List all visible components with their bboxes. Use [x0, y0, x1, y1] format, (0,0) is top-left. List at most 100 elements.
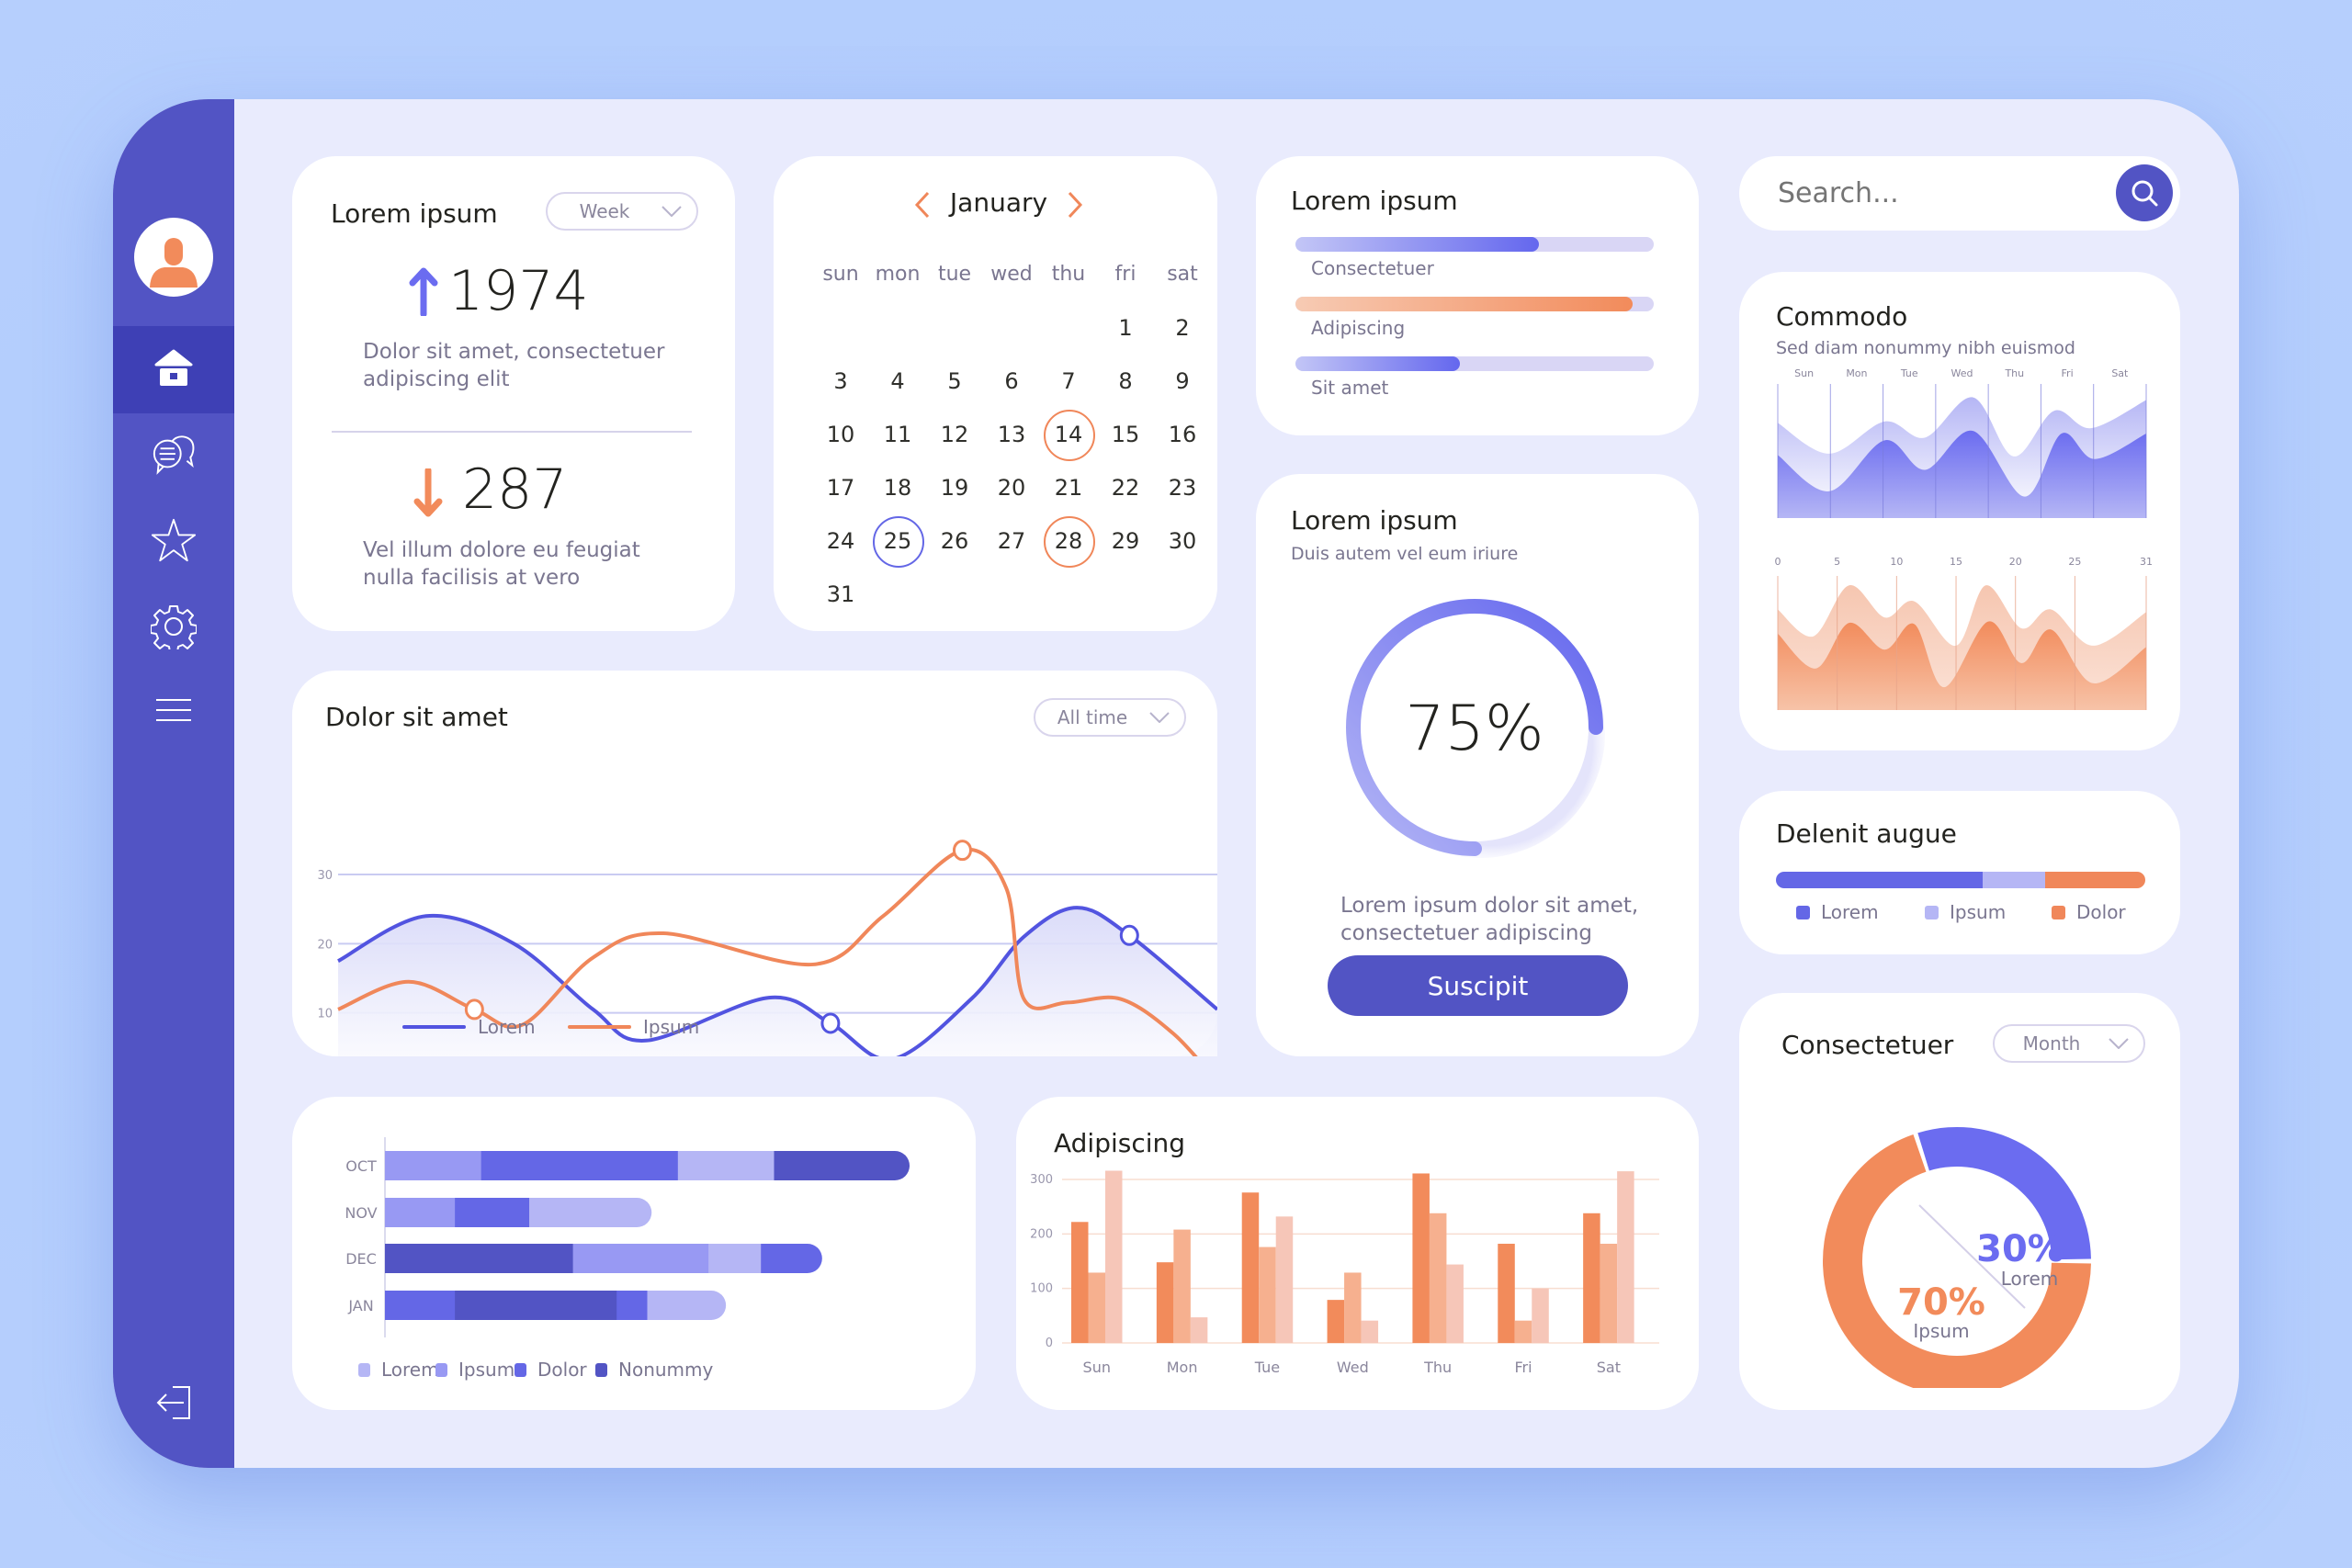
calendar-day-1[interactable]: 1 [1097, 301, 1154, 355]
calendar-day-12[interactable]: 12 [926, 408, 983, 461]
calendar-card: January sun mon tue wed thu fri sat 1234567891… [774, 156, 1217, 631]
star-icon [151, 518, 197, 562]
legend-swatch-dolor [514, 1363, 526, 1377]
calendar-day-25[interactable]: 25 [869, 514, 926, 568]
category-label: OCT [345, 1157, 377, 1175]
legend-label-ipsum: Ipsum [643, 1016, 699, 1038]
calendar-week: 31 [812, 568, 1216, 621]
sidebar-item-menu[interactable] [151, 687, 197, 733]
calendar-day-22[interactable]: 22 [1097, 461, 1154, 514]
sidebar-item-messages[interactable] [151, 432, 197, 478]
bar-mon-a [1156, 1262, 1174, 1343]
data-point-marker[interactable] [1119, 924, 1139, 946]
day-label: Mon [1846, 367, 1867, 379]
prev-month-button[interactable] [913, 191, 932, 219]
bar-segment-dolor [455, 1198, 530, 1227]
stats-card: Lorem ipsum Week 1974 Dolor sit amet, co… [292, 156, 735, 631]
calendar-day-28[interactable]: 28 [1040, 514, 1097, 568]
calendar-day-15[interactable]: 15 [1097, 408, 1154, 461]
week-dropdown[interactable]: Week [546, 192, 698, 231]
search-input[interactable] [1778, 171, 2090, 215]
day-label: Tue [1900, 367, 1918, 379]
calendar-day-4[interactable]: 4 [869, 355, 926, 408]
bar-segment-nonummy [455, 1291, 617, 1320]
progress-fill [1295, 237, 1540, 252]
day-label: Sat [2111, 367, 2129, 379]
day-label: Thu [2004, 367, 2024, 379]
vbar-chart: 0 100 200 300 Sun Mon Tue Wed Thu Fri Sat [1030, 1170, 1659, 1376]
stat-up-description: Dolor sit amet, consectetuer adipiscing … [363, 340, 665, 391]
calendar-day-20[interactable]: 20 [983, 461, 1040, 514]
sidebar-item-favorites[interactable] [151, 517, 197, 563]
sidebar-item-settings[interactable] [151, 604, 197, 649]
y-tick-label: 10 [317, 1008, 333, 1021]
bar-sun-c [1105, 1170, 1123, 1343]
suscipit-button[interactable]: Suscipit [1328, 955, 1628, 1016]
dashboard-frame: Lorem ipsum Week 1974 Dolor sit amet, co… [113, 99, 2239, 1468]
calendar-day-5[interactable]: 5 [926, 355, 983, 408]
month-dropdown[interactable]: Month [1993, 1024, 2145, 1063]
line-chart: 0102030LoremIpsum [317, 840, 1217, 1056]
donut-card: Consectetuer Month 30% Lorem 70% Ipsum [1739, 993, 2180, 1410]
calendar-day-26[interactable]: 26 [926, 514, 983, 568]
calendar-day-17[interactable]: 17 [812, 461, 869, 514]
calendar-day-29[interactable]: 29 [1097, 514, 1154, 568]
calendar-day-11[interactable]: 11 [869, 408, 926, 461]
calendar-day-27[interactable]: 27 [983, 514, 1040, 568]
legend-label: Dolor [2076, 901, 2126, 923]
category-label: JAN [347, 1297, 373, 1314]
calendar-day-9[interactable]: 9 [1154, 355, 1211, 408]
calendar-day-16[interactable]: 16 [1154, 408, 1211, 461]
calendar-day-6[interactable]: 6 [983, 355, 1040, 408]
gauge-chart: 75% [1346, 599, 1605, 858]
data-point-marker[interactable] [820, 1012, 841, 1034]
menu-icon [156, 699, 191, 721]
weekday-tue: tue [937, 263, 972, 286]
calendar-day-24[interactable]: 24 [812, 514, 869, 568]
calendar-day-10[interactable]: 10 [812, 408, 869, 461]
calendar-day-31[interactable]: 31 [812, 568, 869, 621]
donut-lorem-label: Lorem [2001, 1268, 2059, 1290]
y-tick-label: 300 [1030, 1173, 1053, 1187]
bar-segment-ipsum [385, 1198, 456, 1227]
calendar-day-18[interactable]: 18 [869, 461, 926, 514]
bar-segment-nonummy [385, 1244, 574, 1273]
bar-fri-b [1514, 1320, 1532, 1343]
logout-button[interactable] [151, 1380, 197, 1426]
weekday-sat: sat [1167, 263, 1198, 286]
hbar-chart: OCT NOV DEC JAN Lorem Ipsum Dolor Nonummy [345, 1137, 910, 1381]
y-tick-label: 0 [1046, 1337, 1053, 1350]
gauge-description-line-1: Lorem ipsum dolor sit amet, [1340, 894, 1639, 918]
progress-label: Adipiscing [1311, 317, 1406, 339]
calendar-day-13[interactable]: 13 [983, 408, 1040, 461]
delenit-title: Delenit augue [1776, 818, 1957, 849]
calendar-day-2[interactable]: 2 [1154, 301, 1211, 355]
x-tick-label: 25 [2068, 556, 2081, 568]
data-point-marker[interactable] [952, 840, 972, 862]
calendar-day-23[interactable]: 23 [1154, 461, 1211, 514]
calendar-empty-cell [1040, 301, 1097, 355]
bar-row-oct [385, 1151, 910, 1180]
search-button[interactable] [2116, 164, 2173, 221]
progress-card: Lorem ipsum Consectetuer Adipiscing Sit am… [1256, 156, 1699, 435]
calendar-day-7[interactable]: 7 [1040, 355, 1097, 408]
calendar-empty-cell [1040, 568, 1097, 621]
calendar-day-19[interactable]: 19 [926, 461, 983, 514]
sidebar-item-home[interactable] [151, 345, 197, 391]
progress-label: Sit amet [1311, 377, 1389, 399]
calendar-day-14[interactable]: 14 [1040, 408, 1097, 461]
next-month-button[interactable] [1066, 191, 1084, 219]
calendar-day-30[interactable]: 30 [1154, 514, 1211, 568]
calendar-week: 17 18 19 20 21 22 23 [812, 461, 1216, 514]
divider [332, 431, 692, 433]
calendar-day-21[interactable]: 21 [1040, 461, 1097, 514]
chevron-down-icon [2109, 1038, 2129, 1049]
avatar[interactable] [134, 218, 213, 297]
bar-segment-dolor [385, 1291, 456, 1320]
calendar-day-8[interactable]: 8 [1097, 355, 1154, 408]
progress-track-consectetuer [1295, 237, 1654, 252]
calendar-empty-cell [869, 301, 926, 355]
hbar-card: OCT NOV DEC JAN Lorem Ipsum Dolor Nonummy [292, 1097, 976, 1410]
calendar-empty-cell [926, 568, 983, 621]
calendar-day-3[interactable]: 3 [812, 355, 869, 408]
